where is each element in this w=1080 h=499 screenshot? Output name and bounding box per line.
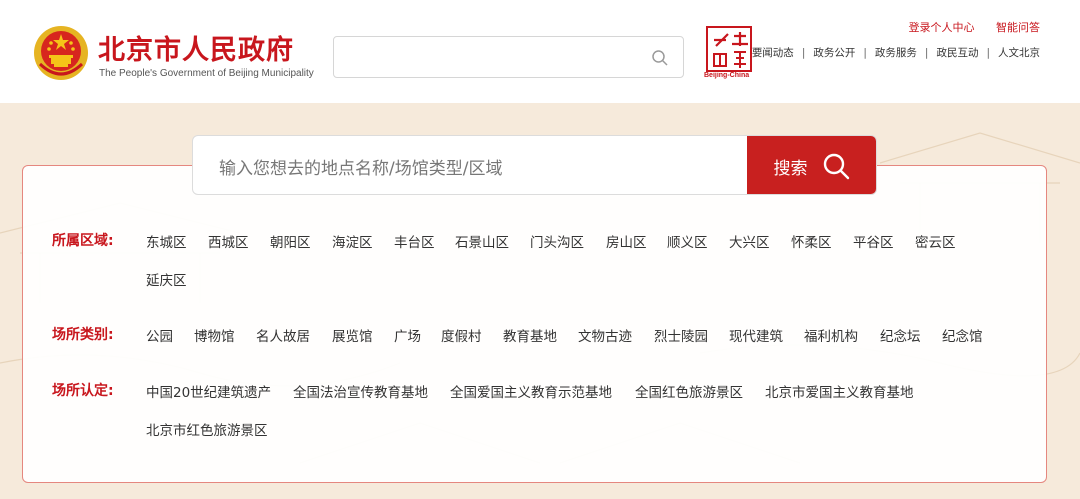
category-filter-option[interactable]: 博物馆 [194,325,235,345]
site-subtitle: The People's Government of Beijing Munic… [99,68,314,79]
category-filter-option[interactable]: 教育基地 [503,325,557,345]
certification-filter-option[interactable]: 中国20世纪建筑遗产 [146,381,271,401]
site-header: 北京市人民政府 The People's Government of Beiji… [0,0,1080,103]
district-filter-option[interactable]: 门头沟区 [530,231,584,251]
category-filter-option[interactable]: 度假村 [441,325,482,345]
district-filter-option[interactable]: 海淀区 [332,231,373,251]
category-filter-option[interactable]: 纪念馆 [942,325,983,345]
search-button-label: 搜索 [773,158,808,179]
national-emblem-icon[interactable] [32,24,90,82]
category-filter-option[interactable]: 公园 [146,325,173,345]
district-filter-option[interactable]: 平谷区 [853,231,894,251]
smart-qa-link[interactable]: 智能问答 [996,21,1040,34]
district-filter-option[interactable]: 丰台区 [394,231,435,251]
nav-divider: | [924,46,929,59]
district-filter-option[interactable]: 石景山区 [455,231,509,251]
main-nav: 要闻动态 | 政务公开 | 政务服务 | 政民互动 | 人文北京 [752,45,1040,60]
search-icon[interactable] [651,49,669,67]
district-filter-option[interactable]: 怀柔区 [791,231,832,251]
category-filter-option[interactable]: 纪念坛 [880,325,921,345]
nav-item-open-government[interactable]: 政务公开 [813,45,855,60]
certification-filter-option[interactable]: 全国红色旅游景区 [635,381,743,401]
district-filter-option[interactable]: 延庆区 [146,269,187,289]
certification-filter-option[interactable]: 北京市红色旅游景区 [146,419,268,439]
certification-filter-option[interactable]: 全国法治宣传教育基地 [293,381,428,401]
district-filter-option[interactable]: 朝阳区 [270,231,311,251]
nav-item-government-services[interactable]: 政务服务 [875,45,917,60]
nav-item-news[interactable]: 要闻动态 [752,45,794,60]
search-icon [823,153,849,180]
nav-item-interaction[interactable]: 政民互动 [936,45,978,60]
nav-divider: | [986,46,990,59]
district-filter-option[interactable]: 东城区 [146,231,187,251]
district-filter-option[interactable]: 房山区 [606,231,647,251]
search-button[interactable]: 搜索 [747,136,876,194]
category-filter-option[interactable]: 名人故居 [256,325,310,345]
site-title[interactable]: 北京市人民政府 [98,28,294,67]
nav-divider: | [801,46,806,59]
top-links: 登录个人中心 智能问答 [891,19,1041,35]
certification-filter-option[interactable]: 北京市爱国主义教育基地 [765,381,914,401]
capital-logo-caption: Beijing-China [704,72,750,79]
certification-filter-option[interactable]: 全国爱国主义教育示范基地 [450,381,612,401]
place-search-box[interactable]: 输入您想去的地点名称/场馆类型/区域 搜索 [192,135,877,195]
certification-filter-label: 场所认定: [52,383,114,399]
nav-item-culture[interactable]: 人文北京 [998,45,1040,60]
site-search-input[interactable] [333,36,684,78]
category-filter-option[interactable]: 烈士陵园 [654,325,708,345]
category-filter-option[interactable]: 文物古迹 [578,325,632,345]
place-search-input[interactable]: 输入您想去的地点名称/场馆类型/区域 [219,154,502,179]
district-filter-option[interactable]: 西城区 [208,231,249,251]
district-filter-label: 所属区域: [52,233,114,249]
category-filter-option[interactable]: 福利机构 [804,325,858,345]
category-filter-option[interactable]: 广场 [394,325,421,345]
district-filter-option[interactable]: 密云区 [915,231,956,251]
category-filter-option[interactable]: 现代建筑 [729,325,783,345]
district-filter-option[interactable]: 顺义区 [667,231,708,251]
login-center-link[interactable]: 登录个人中心 [909,21,975,34]
category-filter-option[interactable]: 展览馆 [332,325,373,345]
category-filter-label: 场所类别: [52,327,114,343]
district-filter-option[interactable]: 大兴区 [729,231,770,251]
nav-divider: | [863,46,867,59]
